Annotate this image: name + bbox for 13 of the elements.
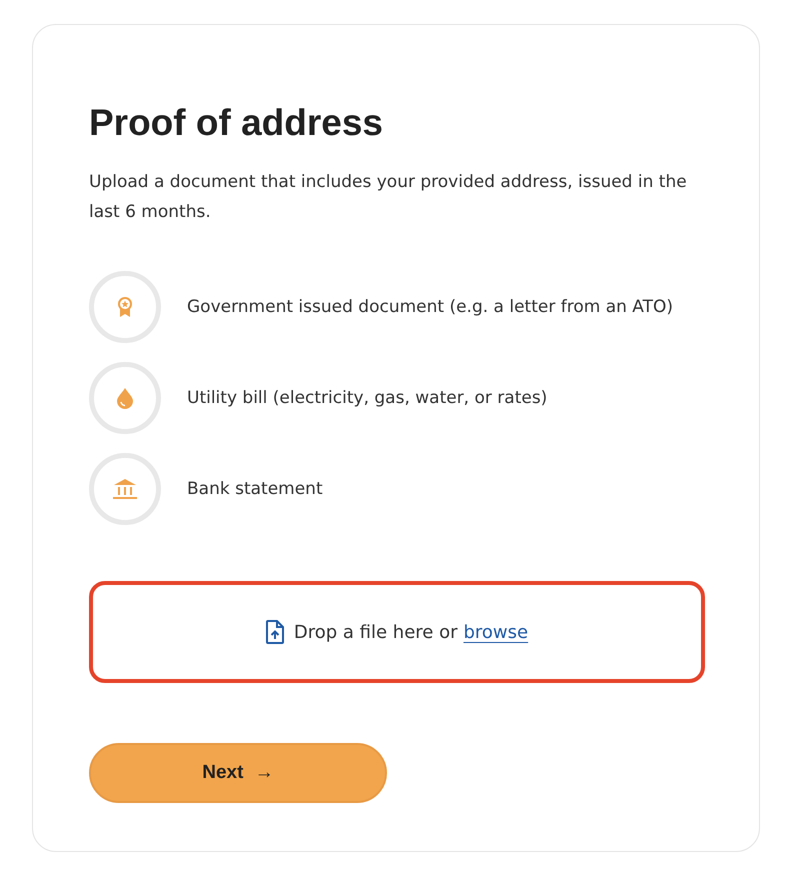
file-drop-zone[interactable]: Drop a file here or browse [89, 581, 705, 683]
file-upload-icon [266, 620, 284, 644]
document-type-label: Bank statement [187, 479, 323, 499]
document-type-label: Government issued document (e.g. a letter from an ATO) [187, 297, 674, 317]
document-type-label: Utility bill (electricity, gas, water, or rates) [187, 388, 548, 408]
description: Upload a document that includes your provided address, issued in the last 6 months. [89, 171, 688, 224]
water-drop-icon [116, 387, 134, 409]
next-button[interactable]: Next → [89, 743, 387, 803]
drop-instruction: Drop a file here or [294, 622, 458, 642]
page-title: Proof of address [89, 103, 384, 143]
award-icon [115, 296, 135, 318]
bank-icon [112, 478, 138, 500]
browse-link[interactable]: browse [463, 622, 528, 642]
